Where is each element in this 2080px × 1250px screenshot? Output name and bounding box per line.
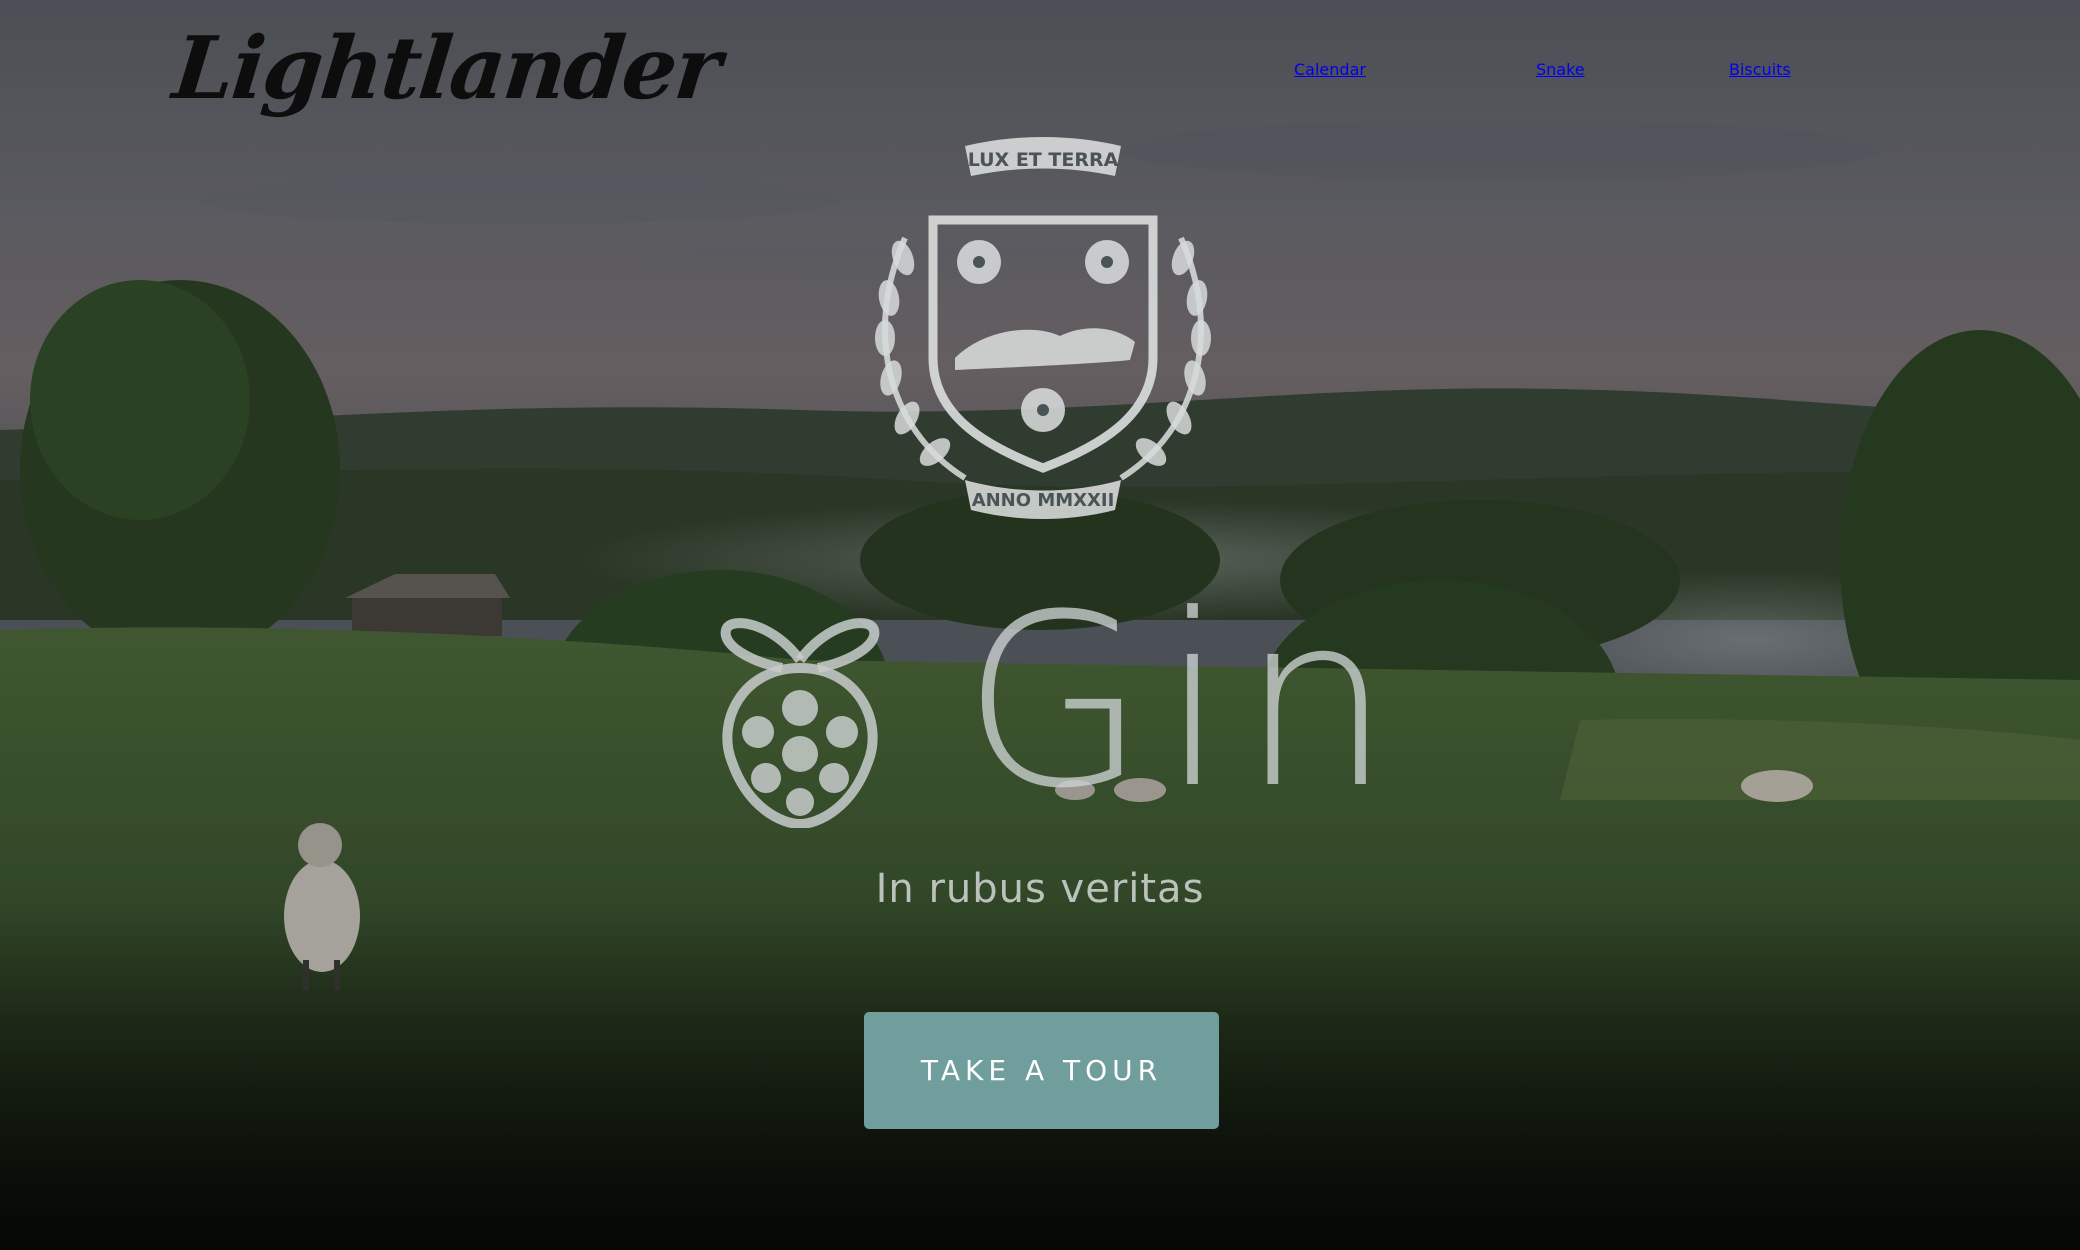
nav-link-snake[interactable]: Snake: [1536, 60, 1585, 79]
nav-link-biscuits[interactable]: Biscuits: [1729, 60, 1791, 79]
brand-name: Gin: [962, 564, 1406, 841]
hero-section: Lightlander Calendar Snake Biscuits LUX …: [0, 0, 2080, 1250]
heraldic-crest-icon: LUX ET TERRA ANNO MMXXII: [875, 137, 1211, 519]
site-logo[interactable]: Lightlander: [169, 18, 724, 119]
raspberry-icon: [720, 618, 880, 828]
tagline: In rubus veritas: [875, 866, 1205, 912]
nav-link-calendar[interactable]: Calendar: [1294, 60, 1366, 79]
take-a-tour-button[interactable]: TAKE A TOUR: [864, 1012, 1219, 1129]
crest-year-text: ANNO MMXXII: [972, 490, 1115, 511]
crest-motto-text: LUX ET TERRA: [968, 149, 1119, 171]
